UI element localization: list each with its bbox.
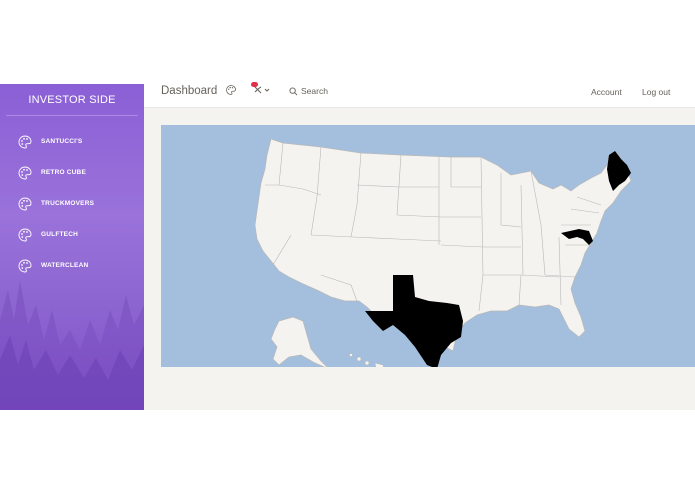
sidebar-item-gulftech[interactable]: GULFTECH bbox=[0, 219, 144, 250]
state-hawaii bbox=[349, 353, 384, 367]
account-link[interactable]: Account bbox=[591, 85, 622, 99]
logout-link[interactable]: Log out bbox=[642, 85, 670, 99]
search-label: Search bbox=[301, 86, 328, 96]
sidebar-nav: SANTUCCI'S RETRO CUBE TRUCKMOVERS GULFTE… bbox=[0, 126, 144, 281]
topbar-overlay: Search Account Log out bbox=[144, 84, 695, 108]
sidebar-item-retro-cube[interactable]: RETRO CUBE bbox=[0, 157, 144, 188]
state-alaska bbox=[270, 316, 328, 367]
sidebar-item-truckmovers[interactable]: TRUCKMOVERS bbox=[0, 188, 144, 219]
us-map bbox=[161, 125, 695, 367]
sidebar-item-label: TRUCKMOVERS bbox=[41, 200, 95, 207]
search-control[interactable]: Search bbox=[289, 85, 328, 98]
search-icon bbox=[289, 87, 298, 96]
palette-icon bbox=[17, 196, 33, 212]
brand-title: INVESTOR SIDE bbox=[6, 84, 138, 116]
sidebar-item-label: RETRO CUBE bbox=[41, 169, 86, 176]
sidebar-item-santuccis[interactable]: SANTUCCI'S bbox=[0, 126, 144, 157]
palette-icon bbox=[17, 227, 33, 243]
sidebar-item-label: WATERCLEAN bbox=[41, 262, 89, 269]
sidebar: INVESTOR SIDE SANTUCCI'S RETRO CUBE TRUC… bbox=[0, 84, 144, 410]
sidebar-item-label: SANTUCCI'S bbox=[41, 138, 83, 145]
palette-icon bbox=[17, 134, 33, 150]
sidebar-item-label: GULFTECH bbox=[41, 231, 78, 238]
palette-icon bbox=[17, 258, 33, 274]
sidebar-item-waterclean[interactable]: WATERCLEAN bbox=[0, 250, 144, 281]
palette-icon bbox=[17, 165, 33, 181]
us-map-svg bbox=[254, 138, 632, 367]
